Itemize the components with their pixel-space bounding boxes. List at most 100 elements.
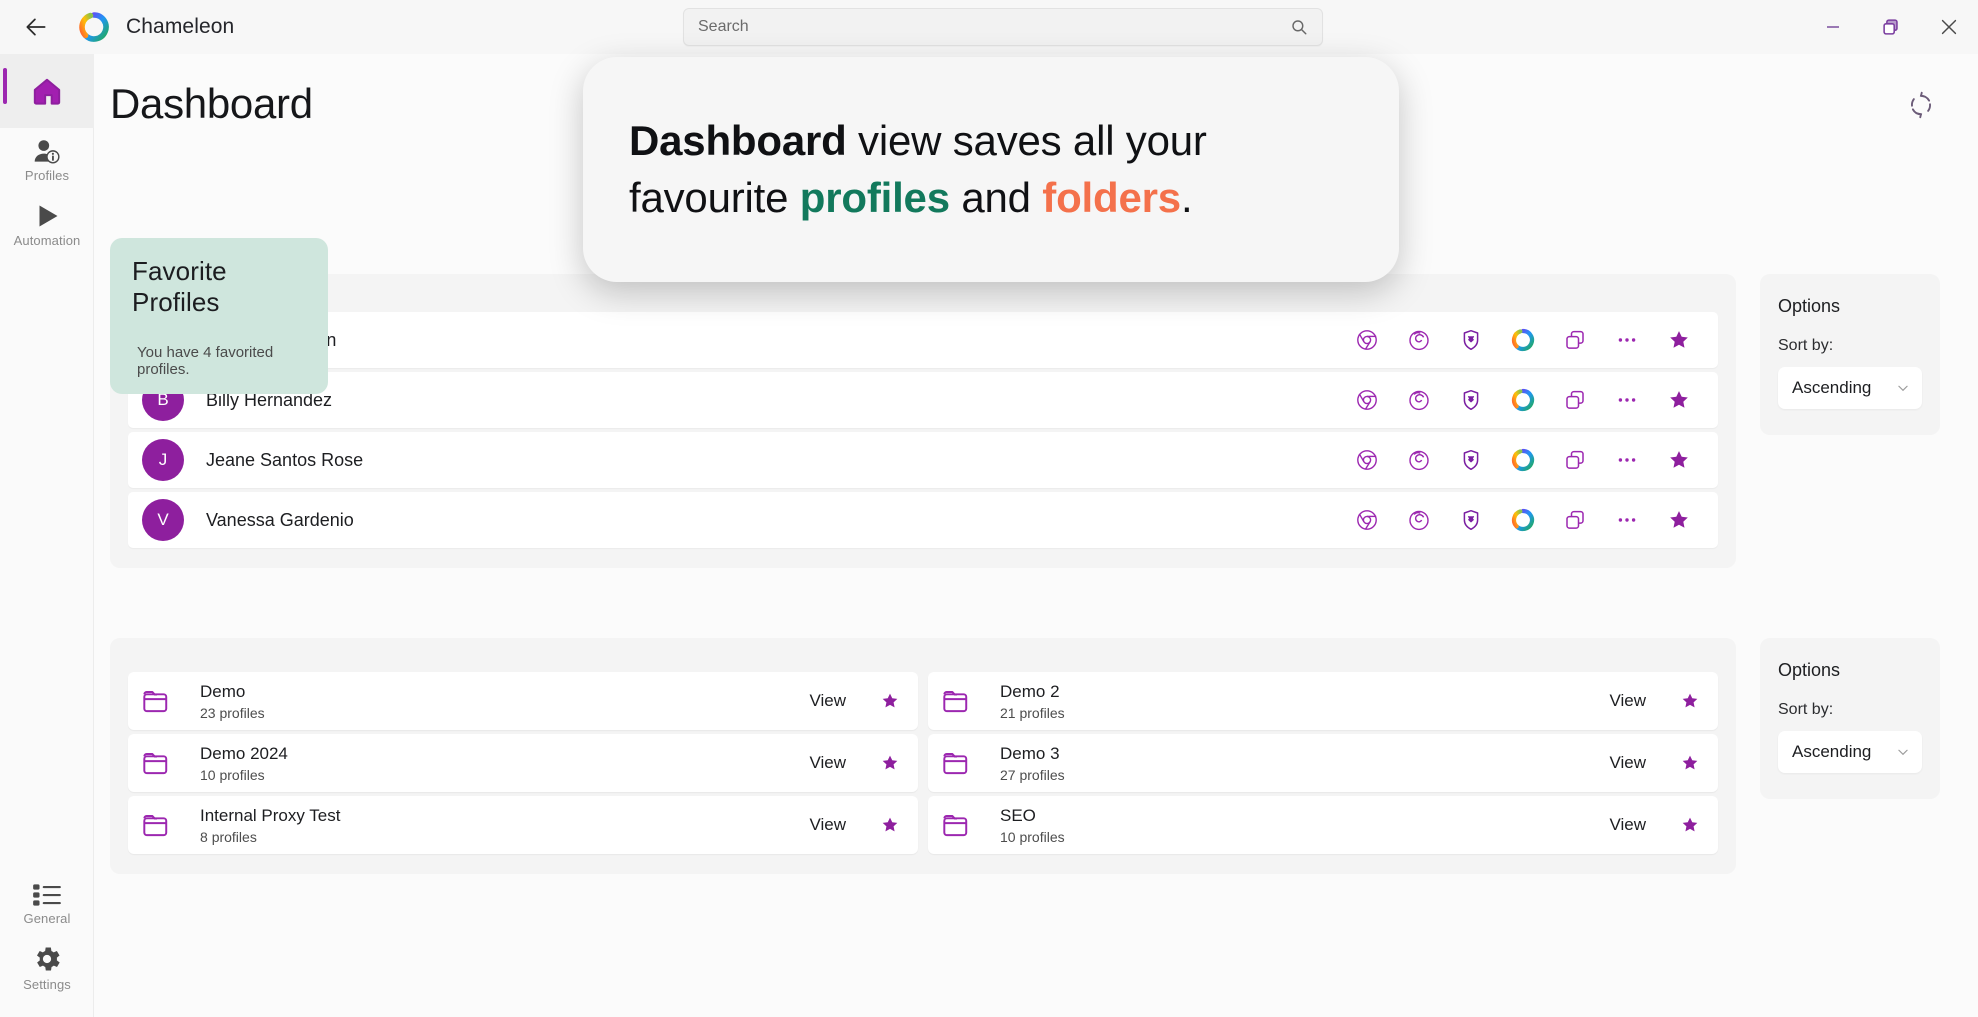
list-item[interactable]: Demo 2 21 profiles View: [928, 672, 1718, 730]
sort-by-select[interactable]: Ascending: [1778, 367, 1922, 409]
star-icon[interactable]: [880, 691, 900, 711]
firefox-icon[interactable]: [1406, 507, 1432, 533]
star-icon[interactable]: [1666, 387, 1692, 413]
list-item[interactable]: Demo 23 profiles View: [128, 672, 918, 730]
chameleon-icon[interactable]: [1510, 327, 1536, 353]
tooltip-lead: Dashboard: [629, 116, 847, 164]
folder-count: 10 profiles: [1000, 829, 1065, 845]
folder-count: 27 profiles: [1000, 767, 1065, 783]
star-icon[interactable]: [1666, 447, 1692, 473]
options-title: Options: [1778, 296, 1841, 316]
list-item[interactable]: Internal Proxy Test 8 profiles View: [128, 796, 918, 854]
view-button[interactable]: View: [1609, 691, 1646, 711]
star-icon[interactable]: [1680, 691, 1700, 711]
more-icon[interactable]: [1614, 387, 1640, 413]
window-controls: [1804, 0, 1978, 54]
sidebar-item-home[interactable]: [0, 54, 94, 128]
brave-icon[interactable]: [1458, 447, 1484, 473]
folder-icon: [142, 812, 176, 838]
duplicate-icon[interactable]: [1562, 327, 1588, 353]
gear-icon: [31, 943, 63, 975]
restore-icon: [1883, 19, 1898, 35]
star-icon[interactable]: [880, 753, 900, 773]
more-icon[interactable]: [1614, 507, 1640, 533]
search-container: [683, 8, 1323, 46]
back-arrow-icon: [26, 18, 46, 36]
avatar: J: [142, 439, 184, 481]
sort-by-label: Sort by:: [1778, 337, 1834, 354]
folder-icon: [142, 688, 176, 714]
sort-by-value: Ascending: [1792, 742, 1872, 761]
table-row[interactable]: B Billy Hernandez: [128, 372, 1718, 428]
firefox-icon[interactable]: [1406, 387, 1432, 413]
brave-icon[interactable]: [1458, 387, 1484, 413]
close-icon: [1941, 19, 1957, 35]
sidebar-item-automation[interactable]: Automation: [0, 192, 94, 256]
view-button[interactable]: View: [809, 815, 846, 835]
star-icon[interactable]: [1666, 327, 1692, 353]
view-button[interactable]: View: [809, 691, 846, 711]
star-icon[interactable]: [880, 815, 900, 835]
home-icon: [30, 74, 64, 108]
view-button[interactable]: View: [1609, 753, 1646, 773]
chameleon-icon[interactable]: [1510, 507, 1536, 533]
avatar: V: [142, 499, 184, 541]
table-row[interactable]: A AnthonyWasson: [128, 312, 1718, 368]
brave-icon[interactable]: [1458, 327, 1484, 353]
folder-count-value: 10: [1000, 828, 1016, 845]
folder-count-value: 10: [200, 766, 216, 783]
view-button[interactable]: View: [1609, 815, 1646, 835]
chevron-down-icon: [1898, 385, 1908, 392]
duplicate-icon[interactable]: [1562, 447, 1588, 473]
folder-count-unit: profiles: [1019, 828, 1065, 845]
star-icon[interactable]: [1680, 815, 1700, 835]
folder-name: Demo 2024: [200, 743, 288, 763]
sidebar-item-general[interactable]: General: [0, 871, 94, 935]
duplicate-icon[interactable]: [1562, 387, 1588, 413]
restore-button[interactable]: [1862, 0, 1920, 54]
list-item[interactable]: SEO 10 profiles View: [928, 796, 1718, 854]
profiles-list: A AnthonyWasson: [128, 312, 1718, 548]
chameleon-icon[interactable]: [1510, 447, 1536, 473]
folder-count: 21 profiles: [1000, 705, 1065, 721]
table-row[interactable]: J Jeane Santos Rose: [128, 432, 1718, 488]
search-input[interactable]: [698, 18, 1290, 36]
folder-icon: [142, 750, 176, 776]
firefox-icon[interactable]: [1406, 447, 1432, 473]
table-row[interactable]: V Vanessa Gardenio: [128, 492, 1718, 548]
more-icon[interactable]: [1614, 447, 1640, 473]
close-button[interactable]: [1920, 0, 1978, 54]
sort-by-select[interactable]: Ascending: [1778, 731, 1922, 773]
chrome-icon[interactable]: [1354, 387, 1380, 413]
list-item[interactable]: Demo 2024 10 profiles View: [128, 734, 918, 792]
onboarding-tooltip[interactable]: Dashboard view saves all your favourite …: [583, 57, 1399, 282]
star-icon[interactable]: [1666, 507, 1692, 533]
more-icon[interactable]: [1614, 327, 1640, 353]
firefox-icon[interactable]: [1406, 327, 1432, 353]
folder-count-unit: profiles: [219, 704, 265, 721]
minimize-button[interactable]: [1804, 0, 1862, 54]
sidebar-bottom: General Settings: [0, 871, 94, 999]
folder-count-value: 27: [1000, 766, 1016, 783]
chameleon-icon[interactable]: [1510, 387, 1536, 413]
folder-count: 8 profiles: [200, 829, 340, 845]
refresh-button[interactable]: [1904, 88, 1938, 122]
duplicate-icon[interactable]: [1562, 507, 1588, 533]
sidebar-item-settings[interactable]: Settings: [0, 935, 94, 999]
star-icon[interactable]: [1680, 753, 1700, 773]
sidebar-item-profiles[interactable]: Profiles: [0, 128, 94, 192]
back-button[interactable]: [14, 5, 58, 49]
favorite-folders-section: Favorite Folders You have 6 favorited fo…: [94, 602, 1978, 874]
view-button[interactable]: View: [809, 753, 846, 773]
search-box[interactable]: [683, 8, 1323, 46]
row-actions: [1354, 387, 1692, 413]
chrome-icon[interactable]: [1354, 327, 1380, 353]
favorite-folders-body: Demo 23 profiles View Demo 2 21 profiles…: [94, 602, 1978, 874]
chrome-icon[interactable]: [1354, 507, 1380, 533]
folder-name: Demo 2: [1000, 681, 1060, 701]
chrome-icon[interactable]: [1354, 447, 1380, 473]
brave-icon[interactable]: [1458, 507, 1484, 533]
list-item[interactable]: Demo 3 27 profiles View: [928, 734, 1718, 792]
sidebar-item-label: Profiles: [24, 167, 70, 183]
page-title: Dashboard: [110, 80, 313, 127]
